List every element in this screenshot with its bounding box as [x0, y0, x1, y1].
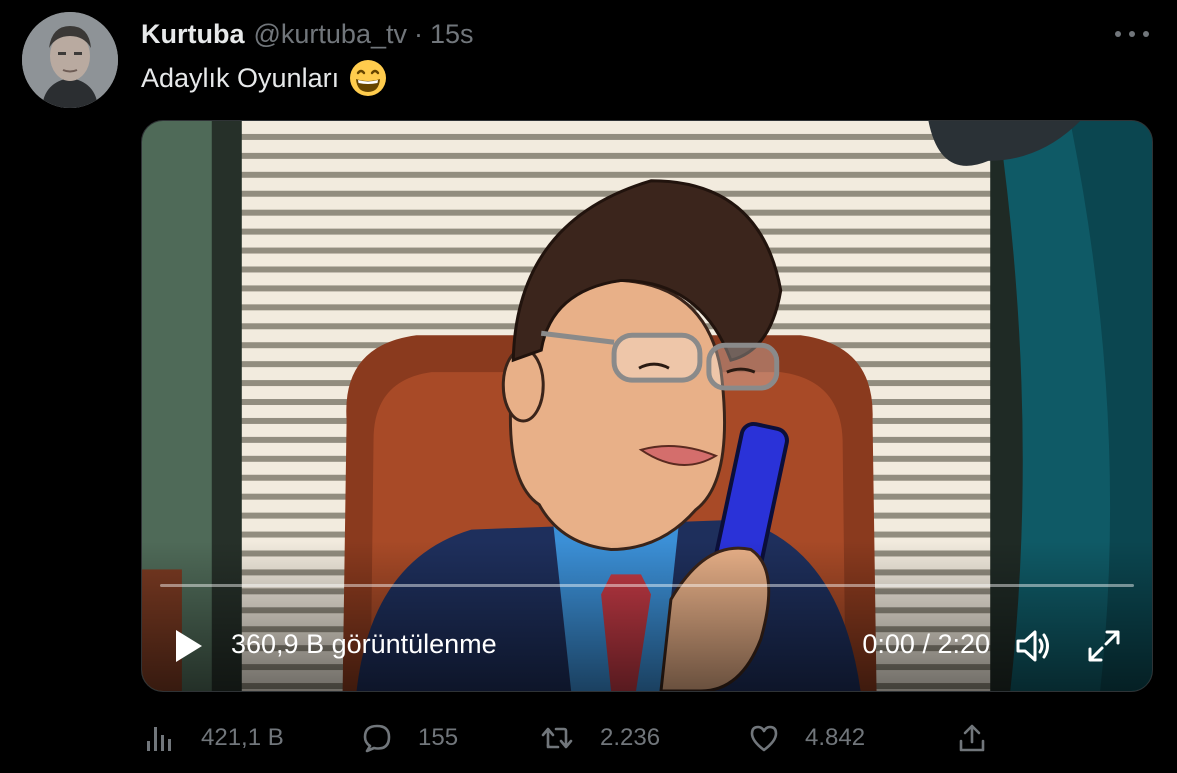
like-count: 4.842 — [805, 724, 866, 751]
share-action[interactable] — [957, 718, 987, 758]
reply-action[interactable]: 155 — [362, 718, 458, 758]
avatar[interactable] — [22, 12, 118, 108]
heart-icon — [750, 725, 778, 752]
video-view-count: 360,9 B görüntülenme — [231, 629, 497, 659]
video-player[interactable]: 360,9 B görüntülenme 0:00 / 2:20 — [141, 120, 1153, 692]
tweet-actions-bar: 421,1 B 155 2.236 4.842 — [0, 718, 1177, 758]
fullscreen-icon[interactable] — [1084, 626, 1124, 666]
retweet-action[interactable]: 2.236 — [540, 718, 660, 758]
views-action[interactable]: 421,1 B — [145, 718, 284, 758]
controls-overlay — [142, 541, 1152, 691]
tweet-text: Adaylık Oyunları — [141, 58, 387, 98]
grinning-face-emoji-icon — [349, 59, 387, 97]
like-action[interactable]: 4.842 — [749, 718, 865, 758]
retweet-count: 2.236 — [600, 724, 661, 751]
more-options-icon[interactable] — [1115, 24, 1149, 44]
analytics-icon — [147, 727, 171, 751]
author-display-name[interactable]: Kurtuba — [141, 19, 245, 50]
video-timecode: 0:00 / 2:20 — [862, 629, 990, 659]
author-handle[interactable]: @kurtuba_tv — [254, 19, 407, 50]
tweet-timestamp[interactable]: 15s — [430, 19, 474, 50]
views-count: 421,1 B — [201, 724, 284, 751]
reply-count: 155 — [418, 724, 459, 751]
avatar-image — [22, 12, 118, 108]
separator-dot: · — [413, 18, 423, 49]
reply-icon — [363, 724, 391, 753]
retweet-icon — [541, 727, 573, 749]
play-icon[interactable] — [170, 626, 206, 666]
share-icon — [959, 724, 985, 752]
tweet-text-body: Adaylık Oyunları — [141, 62, 340, 93]
video-progress-bar[interactable] — [160, 584, 1134, 587]
tweet-header: Kurtuba @kurtuba_tv · 15s — [141, 17, 474, 51]
volume-icon[interactable] — [1013, 626, 1053, 666]
